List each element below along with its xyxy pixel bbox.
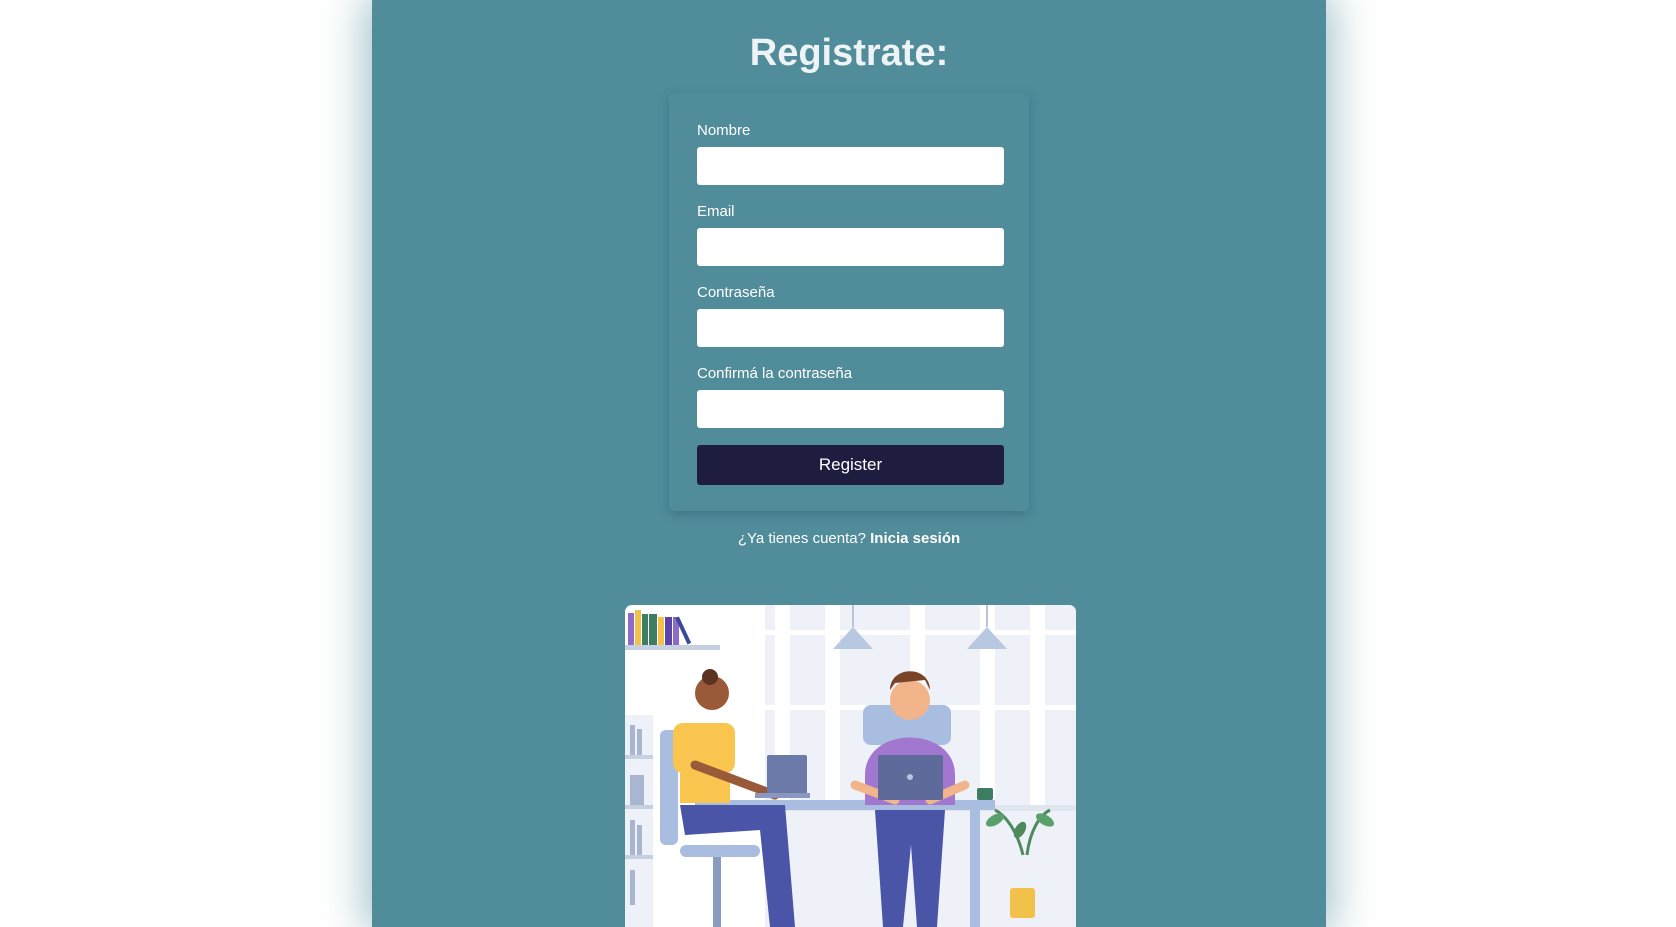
- name-label: Nombre: [697, 122, 751, 139]
- login-prompt-text: ¿Ya tienes cuenta?: [737, 530, 866, 547]
- illustration-graphic: [625, 605, 1076, 927]
- login-prompt: ¿Ya tienes cuenta? Inicia sesión: [372, 530, 1326, 547]
- register-button[interactable]: Register: [697, 445, 1004, 485]
- password-label: Contraseña: [697, 284, 775, 301]
- login-link[interactable]: Inicia sesión: [870, 530, 960, 547]
- name-field[interactable]: [697, 147, 1004, 185]
- confirm-password-label: Confirmá la contraseña: [697, 365, 853, 382]
- page-title: Registrate:: [749, 32, 949, 74]
- register-form: Nombre Email Contraseña Confirmá la cont…: [669, 93, 1029, 511]
- password-field[interactable]: [697, 309, 1004, 347]
- email-label: Email: [697, 203, 735, 220]
- confirm-password-field[interactable]: [697, 390, 1004, 428]
- email-field[interactable]: [697, 228, 1004, 266]
- coworking-illustration: [625, 605, 1076, 927]
- register-panel: Registrate: Nombre Email Contraseña Conf…: [372, 0, 1326, 927]
